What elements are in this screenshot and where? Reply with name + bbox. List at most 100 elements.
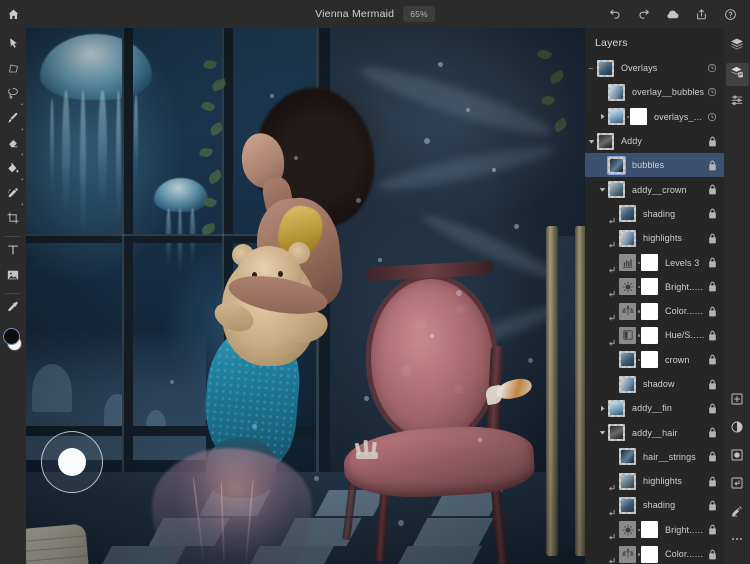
- add-mask-button[interactable]: [726, 446, 749, 469]
- adjustment-thumbnail[interactable]: [619, 278, 636, 296]
- zoom-level-badge[interactable]: 65%: [403, 6, 435, 22]
- layer-row[interactable]: shading: [585, 493, 724, 517]
- layer-thumbnail[interactable]: [608, 181, 625, 199]
- layer-thumbnail[interactable]: [607, 155, 626, 175]
- layer-mask-thumbnail[interactable]: [637, 302, 658, 320]
- layer-lock-icon[interactable]: [705, 160, 719, 171]
- layer-disclosure-toggle[interactable]: [585, 65, 597, 72]
- layer-lock-icon[interactable]: [705, 281, 719, 292]
- lasso-tool[interactable]: [0, 83, 26, 108]
- layer-visibility-icon[interactable]: [705, 87, 719, 97]
- layer-disclosure-toggle[interactable]: [585, 138, 597, 145]
- layer-lock-icon[interactable]: [705, 403, 719, 414]
- layer-row[interactable]: addy__hair: [585, 420, 724, 444]
- clip-layer-button[interactable]: [726, 474, 749, 497]
- transform-tool[interactable]: [0, 58, 26, 83]
- layer-mask-thumbnail[interactable]: [637, 254, 658, 272]
- layer-row[interactable]: overlays__water: [585, 105, 724, 129]
- foreground-color-swatch[interactable]: [3, 328, 20, 345]
- layer-lock-icon[interactable]: [705, 451, 719, 462]
- brush-tool[interactable]: [0, 108, 26, 133]
- rail-button-layers[interactable]: [725, 63, 749, 86]
- layer-effects-button[interactable]: [726, 502, 749, 525]
- type-tool[interactable]: [0, 240, 26, 265]
- layer-disclosure-toggle[interactable]: [596, 405, 608, 412]
- layer-disclosure-toggle[interactable]: [596, 186, 608, 193]
- more-options-button[interactable]: [726, 530, 749, 553]
- layer-lock-icon[interactable]: [705, 549, 719, 560]
- layer-thumbnail[interactable]: [619, 472, 636, 490]
- cloud-sync-button[interactable]: [659, 0, 686, 28]
- layer-lock-icon[interactable]: [705, 136, 719, 147]
- layer-row[interactable]: crown: [585, 348, 724, 372]
- layer-lock-icon[interactable]: [705, 500, 719, 511]
- add-layer-button[interactable]: [726, 390, 749, 413]
- layer-lock-icon[interactable]: [705, 257, 719, 268]
- color-swatches[interactable]: [2, 327, 24, 353]
- layer-row[interactable]: bubbles: [585, 153, 724, 178]
- layer-thumbnail[interactable]: [619, 229, 636, 247]
- layer-mask-thumbnail[interactable]: [626, 108, 647, 126]
- layer-row[interactable]: Levels 3: [585, 250, 724, 274]
- layer-mask-thumbnail[interactable]: [637, 351, 658, 369]
- eraser-tool[interactable]: [0, 133, 26, 158]
- layer-row[interactable]: Hue/S...tion 19: [585, 323, 724, 347]
- layer-thumbnail[interactable]: [608, 83, 625, 101]
- adjustment-thumbnail[interactable]: [619, 302, 636, 320]
- move-tool[interactable]: [0, 33, 26, 58]
- layer-row[interactable]: highlights: [585, 226, 724, 250]
- layer-row[interactable]: Overlays: [585, 56, 724, 80]
- adjustment-thumbnail[interactable]: [619, 254, 636, 272]
- layer-row[interactable]: highlights: [585, 469, 724, 493]
- layer-thumbnail[interactable]: [608, 424, 625, 442]
- home-button[interactable]: [0, 0, 26, 28]
- redo-button[interactable]: [630, 0, 657, 28]
- layer-thumbnail[interactable]: [619, 351, 636, 369]
- adjustment-thumbnail[interactable]: [619, 545, 636, 563]
- layer-lock-icon[interactable]: [705, 233, 719, 244]
- layer-visibility-icon[interactable]: [705, 112, 719, 122]
- layer-row[interactable]: addy__fin: [585, 396, 724, 420]
- layer-lock-icon[interactable]: [705, 379, 719, 390]
- layer-thumbnail[interactable]: [619, 375, 636, 393]
- layer-lock-icon[interactable]: [705, 476, 719, 487]
- layer-lock-icon[interactable]: [705, 354, 719, 365]
- layer-lock-icon[interactable]: [705, 524, 719, 535]
- layer-mask-thumbnail[interactable]: [637, 545, 658, 563]
- layer-thumbnail[interactable]: [619, 205, 636, 223]
- rail-button-layers-stack[interactable]: [726, 35, 749, 58]
- adjustment-thumbnail[interactable]: [619, 521, 636, 539]
- crop-tool[interactable]: [0, 208, 26, 233]
- layer-thumbnail[interactable]: [608, 399, 625, 417]
- layer-row[interactable]: Bright...trast 32: [585, 275, 724, 299]
- layer-thumbnail[interactable]: [619, 496, 636, 514]
- layer-row[interactable]: hair__strings: [585, 445, 724, 469]
- layer-row[interactable]: Color...lance 21: [585, 542, 724, 564]
- eyedropper-tool[interactable]: [0, 297, 26, 322]
- layer-lock-icon[interactable]: [705, 184, 719, 195]
- layer-thumbnail[interactable]: [597, 132, 614, 150]
- layer-lock-icon[interactable]: [705, 427, 719, 438]
- layer-visibility-icon[interactable]: [705, 63, 719, 73]
- rail-button-adjustments[interactable]: [726, 91, 749, 114]
- layer-row[interactable]: Bright...trast 31: [585, 518, 724, 542]
- layer-mask-thumbnail[interactable]: [637, 521, 658, 539]
- layer-row[interactable]: shading: [585, 202, 724, 226]
- layer-row[interactable]: shadow: [585, 372, 724, 396]
- place-image-tool[interactable]: [0, 265, 26, 290]
- undo-button[interactable]: [601, 0, 628, 28]
- layer-thumbnail[interactable]: [608, 108, 625, 126]
- layer-thumbnail[interactable]: [619, 448, 636, 466]
- layer-disclosure-toggle[interactable]: [596, 429, 608, 436]
- adjustment-thumbnail[interactable]: [619, 326, 636, 344]
- layer-lock-icon[interactable]: [705, 306, 719, 317]
- layer-mask-thumbnail[interactable]: [637, 326, 658, 344]
- layer-row[interactable]: addy__crown: [585, 177, 724, 201]
- add-adjustment-button[interactable]: [726, 418, 749, 441]
- canvas-area[interactable]: [26, 28, 585, 564]
- paint-bucket-tool[interactable]: [0, 158, 26, 183]
- share-button[interactable]: [688, 0, 715, 28]
- heal-tool[interactable]: [0, 183, 26, 208]
- layer-disclosure-toggle[interactable]: [596, 113, 608, 120]
- layer-row[interactable]: overlay__bubbles: [585, 80, 724, 104]
